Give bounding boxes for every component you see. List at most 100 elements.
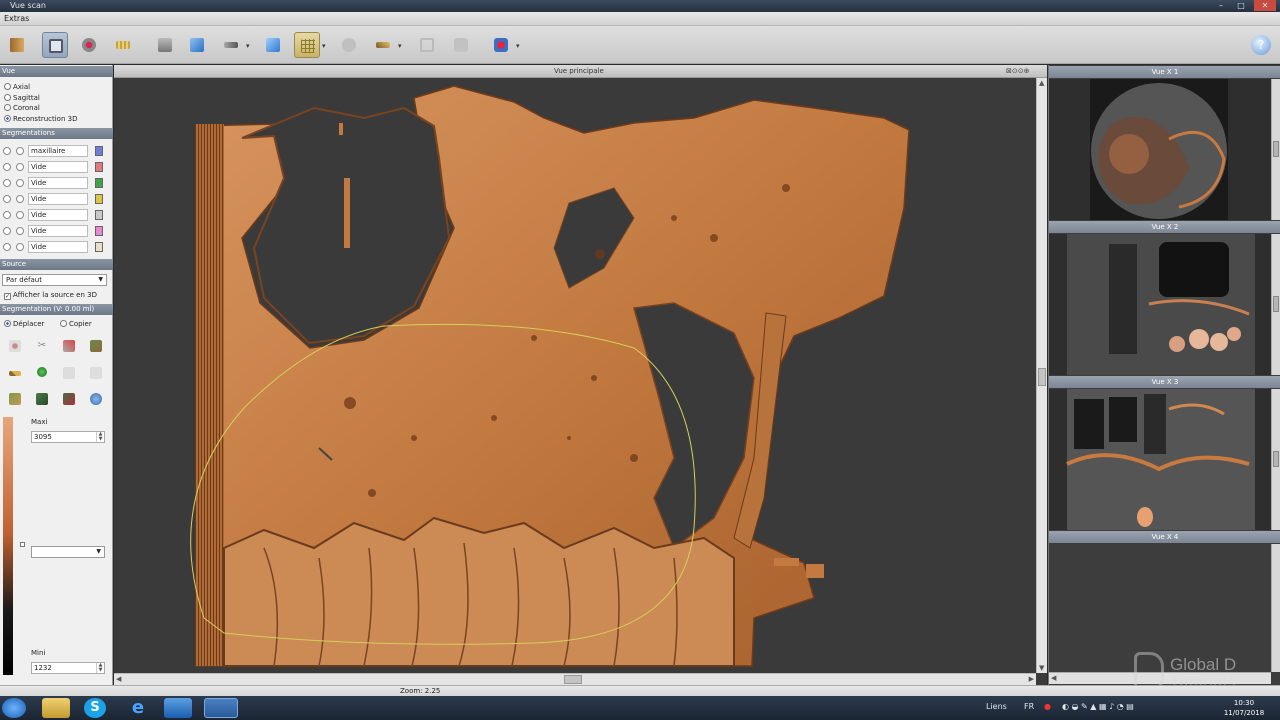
3d-reconstruction-canvas[interactable] xyxy=(114,78,1036,673)
scroll-thumb[interactable] xyxy=(1038,368,1046,386)
segment-row[interactable]: Vide xyxy=(0,224,113,238)
segment-row[interactable]: Vide xyxy=(0,240,113,254)
main-vertical-scrollbar[interactable]: ▲ ▼ xyxy=(1036,78,1047,673)
sphere-icon[interactable] xyxy=(37,367,47,377)
internet-explorer-icon[interactable]: e xyxy=(124,698,152,718)
view-x4-scrollbar[interactable] xyxy=(1271,544,1280,672)
minimize-button[interactable]: – xyxy=(1212,0,1230,11)
view-x1-scrollbar[interactable] xyxy=(1271,79,1280,220)
threshold-handle[interactable] xyxy=(20,542,25,547)
view-x3-image[interactable] xyxy=(1049,389,1271,530)
threshold-gradient-bar[interactable] xyxy=(3,417,13,675)
nerve-button[interactable] xyxy=(218,32,244,58)
scroll-down-icon[interactable]: ▼ xyxy=(1039,664,1044,672)
view-option-coronal[interactable]: Coronal xyxy=(4,103,40,113)
select-toggle[interactable] xyxy=(16,147,24,155)
color-swatch[interactable] xyxy=(95,146,103,156)
view-option-sagittal[interactable]: Sagittal xyxy=(4,93,40,103)
close-button[interactable]: ✕ xyxy=(1254,0,1276,11)
cube-tool-icon[interactable] xyxy=(90,340,102,352)
links-toolbar[interactable]: Liens xyxy=(986,702,1007,711)
segment-name-field[interactable]: Vide xyxy=(28,161,88,173)
globe-tool-icon[interactable] xyxy=(90,393,102,405)
select-toggle[interactable] xyxy=(16,227,24,235)
spin-arrows[interactable]: ▲ ▼ xyxy=(96,663,104,673)
spin-arrows[interactable]: ▲ ▼ xyxy=(96,432,104,442)
show-source-checkbox[interactable]: ✓ Afficher la source en 3D xyxy=(4,290,97,300)
cut-tool-icon[interactable] xyxy=(63,340,75,352)
scan-button[interactable] xyxy=(76,32,102,58)
segment-row[interactable]: maxillaire xyxy=(0,144,113,158)
help-button[interactable]: ? xyxy=(1248,32,1274,58)
grow-tool-icon[interactable] xyxy=(36,393,48,405)
maximize-button[interactable]: □ xyxy=(1232,0,1250,11)
skype-icon[interactable]: S xyxy=(84,698,106,718)
segment-name-field[interactable]: Vide xyxy=(28,193,88,205)
color-swatch[interactable] xyxy=(95,242,103,252)
record-tray-icon[interactable]: ● xyxy=(1044,702,1051,711)
view-x2-image[interactable] xyxy=(1049,234,1271,375)
segment-name-field[interactable]: Vide xyxy=(28,177,88,189)
shrink-tool-icon[interactable] xyxy=(63,393,75,405)
chevron-down-icon[interactable]: ▾ xyxy=(246,42,252,50)
folder-icon[interactable] xyxy=(164,698,192,718)
record-button[interactable] xyxy=(488,32,514,58)
pencil-icon[interactable] xyxy=(9,371,21,376)
visibility-toggle[interactable] xyxy=(3,243,11,251)
color-swatch[interactable] xyxy=(95,162,103,172)
scroll-thumb[interactable] xyxy=(1273,141,1279,157)
segment-name-field[interactable]: maxillaire xyxy=(28,145,88,157)
scroll-up-icon[interactable]: ▲ xyxy=(1039,79,1044,87)
select-toggle[interactable] xyxy=(16,243,24,251)
grid-button[interactable] xyxy=(294,32,320,58)
system-clock[interactable]: 10:30 11/07/2018 xyxy=(1216,698,1272,718)
redo-tool-icon[interactable] xyxy=(90,367,102,379)
color-swatch[interactable] xyxy=(95,226,103,236)
brush-button[interactable] xyxy=(370,32,396,58)
view-x3-scrollbar[interactable] xyxy=(1271,389,1280,530)
mini-input[interactable]: 1232 ▲ ▼ xyxy=(31,662,105,674)
menu-extras[interactable]: Extras xyxy=(4,14,29,23)
scroll-right-icon[interactable]: ▶ xyxy=(1029,675,1034,683)
select-toggle[interactable] xyxy=(16,195,24,203)
app-taskbar-button[interactable] xyxy=(204,698,238,718)
segment-name-field[interactable]: Vide xyxy=(28,225,88,237)
visibility-toggle[interactable] xyxy=(3,179,11,187)
visibility-toggle[interactable] xyxy=(3,163,11,171)
undo-tool-icon[interactable] xyxy=(63,367,75,379)
3d-view-button[interactable] xyxy=(42,32,68,58)
fill-tool-icon[interactable] xyxy=(9,393,21,405)
door-exit-button[interactable] xyxy=(4,32,30,58)
implant-button[interactable] xyxy=(152,32,178,58)
file-explorer-icon[interactable] xyxy=(42,698,70,718)
segment-row[interactable]: Vide xyxy=(0,208,113,222)
tray-icons[interactable]: ◐ ◒ ✎ ▲ ▦ ♪ ◔ ▤ xyxy=(1062,702,1134,711)
color-swatch[interactable] xyxy=(95,210,103,220)
scroll-thumb[interactable] xyxy=(1273,296,1279,312)
color-swatch[interactable] xyxy=(95,178,103,188)
visibility-toggle[interactable] xyxy=(3,195,11,203)
segment-row[interactable]: Vide xyxy=(0,176,113,190)
language-indicator[interactable]: FR xyxy=(1024,702,1034,711)
view-option-3d[interactable]: Reconstruction 3D xyxy=(4,114,77,124)
main-horizontal-scrollbar[interactable]: ◀ ▶ xyxy=(114,673,1036,685)
view-x2-scrollbar[interactable] xyxy=(1271,234,1280,375)
segment-row[interactable]: Vide xyxy=(0,160,113,174)
disabled-tool-button[interactable] xyxy=(336,32,362,58)
view-x1-image[interactable] xyxy=(1049,79,1271,220)
select-toggle[interactable] xyxy=(16,211,24,219)
view-controls-icon[interactable]: ⊠⊙⊙⊕ xyxy=(1006,67,1029,75)
scroll-thumb[interactable] xyxy=(564,675,582,684)
visibility-toggle[interactable] xyxy=(3,227,11,235)
volume-button[interactable] xyxy=(260,32,286,58)
scroll-left-icon[interactable]: ◀ xyxy=(1051,674,1056,682)
ruler-button[interactable] xyxy=(110,32,136,58)
visibility-toggle[interactable] xyxy=(3,147,11,155)
visibility-toggle[interactable] xyxy=(3,211,11,219)
scroll-thumb[interactable] xyxy=(1273,451,1279,467)
move-option[interactable]: Déplacer xyxy=(4,319,44,329)
preset-select[interactable]: ▼ xyxy=(31,546,105,558)
segment-name-field[interactable]: Vide xyxy=(28,241,88,253)
crop-button[interactable] xyxy=(414,32,440,58)
cube-button[interactable] xyxy=(184,32,210,58)
